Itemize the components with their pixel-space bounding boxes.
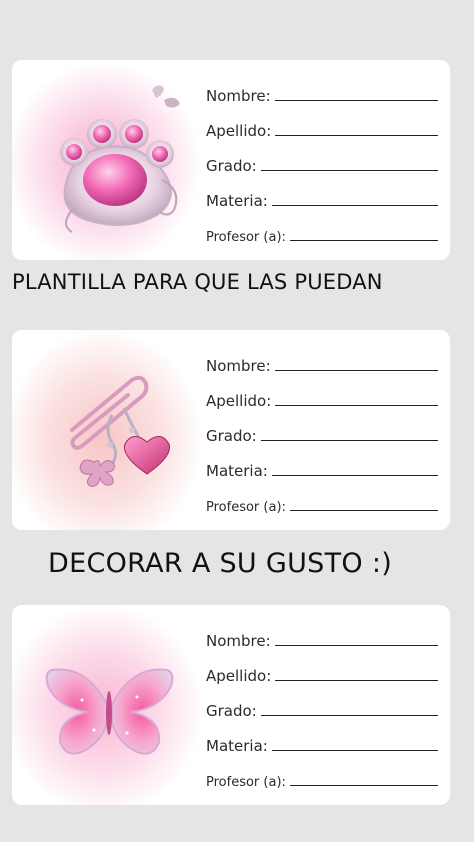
field-apellido[interactable]: Apellido: <box>204 381 444 416</box>
profesor-label: Profesor (a): <box>206 500 286 515</box>
field-nombre[interactable]: Nombre: <box>204 621 444 656</box>
apellido-line[interactable] <box>275 679 438 681</box>
paw-charm-art <box>12 60 202 260</box>
nombre-label: Nombre: <box>206 87 271 105</box>
butterfly-art <box>12 605 202 805</box>
paperclip-heart-charm-icon <box>70 375 171 487</box>
label-card-3: Nombre: Apellido: Grado: Materia: Profes… <box>12 605 450 805</box>
nombre-label: Nombre: <box>206 632 271 650</box>
label-card-1: Nombre: Apellido: Grado: Materia: Profes… <box>12 60 450 260</box>
label-card-2: Nombre: Apellido: Grado: Materia: Profes… <box>12 330 450 530</box>
field-materia[interactable]: Materia: <box>204 451 444 486</box>
field-nombre[interactable]: Nombre: <box>204 346 444 381</box>
butterfly-icon <box>45 668 174 755</box>
apellido-label: Apellido: <box>206 392 272 410</box>
field-profesor[interactable]: Profesor (a): <box>204 216 444 251</box>
profesor-label: Profesor (a): <box>206 230 286 245</box>
grado-label: Grado: <box>206 702 257 720</box>
field-grado[interactable]: Grado: <box>204 416 444 451</box>
nombre-line[interactable] <box>274 99 438 101</box>
profesor-line[interactable] <box>289 784 438 786</box>
nombre-label: Nombre: <box>206 357 271 375</box>
field-grado[interactable]: Grado: <box>204 146 444 181</box>
field-materia[interactable]: Materia: <box>204 181 444 216</box>
grado-line[interactable] <box>260 169 438 171</box>
apellido-line[interactable] <box>275 404 438 406</box>
field-list: Nombre: Apellido: Grado: Materia: Profes… <box>204 621 444 796</box>
grado-line[interactable] <box>260 439 438 441</box>
materia-label: Materia: <box>206 192 268 210</box>
field-grado[interactable]: Grado: <box>204 691 444 726</box>
field-nombre[interactable]: Nombre: <box>204 76 444 111</box>
materia-line[interactable] <box>271 474 438 476</box>
grado-label: Grado: <box>206 427 257 445</box>
paw-charm-icon <box>60 85 180 233</box>
materia-label: Materia: <box>206 737 268 755</box>
banner-top-text: PLANTILLA PARA QUE LAS PUEDAN <box>12 270 383 294</box>
profesor-line[interactable] <box>289 509 438 511</box>
apellido-label: Apellido: <box>206 122 272 140</box>
paperclip-charm-art <box>12 330 202 530</box>
field-list: Nombre: Apellido: Grado: Materia: Profes… <box>204 346 444 521</box>
field-profesor[interactable]: Profesor (a): <box>204 761 444 796</box>
profesor-label: Profesor (a): <box>206 775 286 790</box>
field-profesor[interactable]: Profesor (a): <box>204 486 444 521</box>
field-apellido[interactable]: Apellido: <box>204 656 444 691</box>
profesor-line[interactable] <box>289 239 438 241</box>
field-apellido[interactable]: Apellido: <box>204 111 444 146</box>
banner-bottom-text: DECORAR A SU GUSTO :) <box>48 548 393 579</box>
apellido-line[interactable] <box>275 134 438 136</box>
grado-label: Grado: <box>206 157 257 175</box>
apellido-label: Apellido: <box>206 667 272 685</box>
nombre-line[interactable] <box>274 369 438 371</box>
materia-label: Materia: <box>206 462 268 480</box>
grado-line[interactable] <box>260 714 438 716</box>
materia-line[interactable] <box>271 204 438 206</box>
field-list: Nombre: Apellido: Grado: Materia: Profes… <box>204 76 444 251</box>
materia-line[interactable] <box>271 749 438 751</box>
field-materia[interactable]: Materia: <box>204 726 444 761</box>
nombre-line[interactable] <box>274 644 438 646</box>
